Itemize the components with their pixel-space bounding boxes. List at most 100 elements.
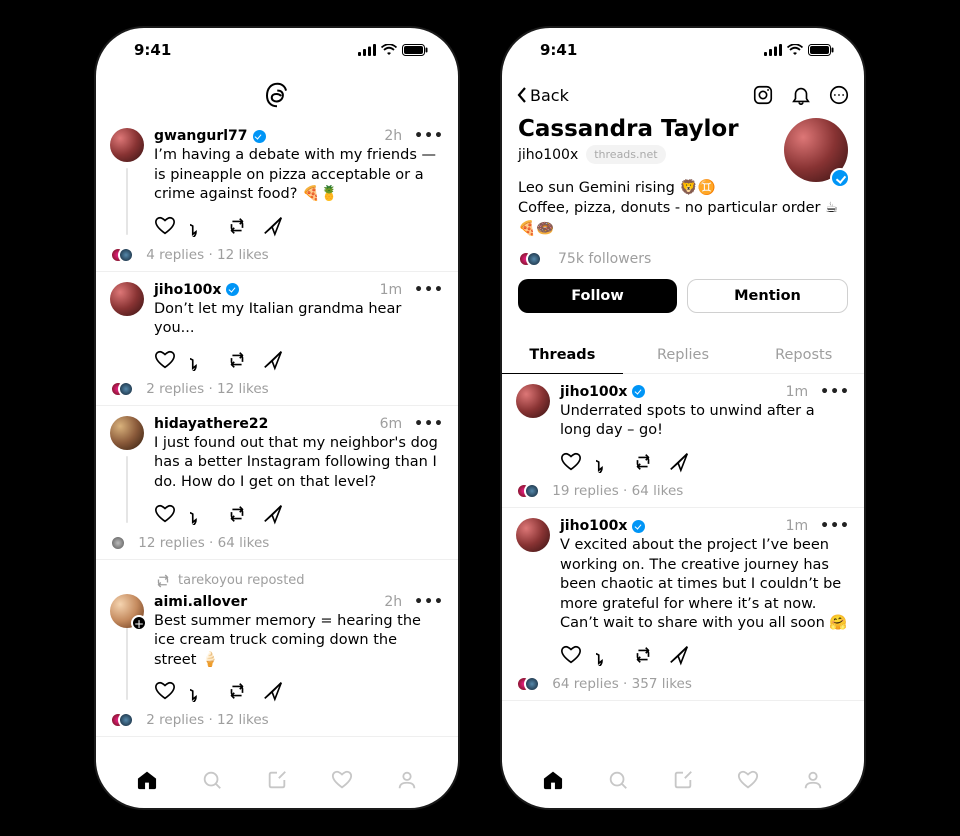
profile-content[interactable]: Cassandra Taylor jiho100x threads.net Le… (502, 108, 864, 752)
reply-button[interactable] (190, 503, 212, 525)
repost-button[interactable] (632, 644, 654, 666)
share-button[interactable] (262, 680, 284, 702)
username[interactable]: jiho100x (560, 384, 627, 400)
post[interactable]: jiho100x 1m ••• V excited about the proj… (502, 508, 864, 701)
post[interactable]: hidayathere22 6m ••• I just found out th… (96, 406, 458, 560)
username[interactable]: jiho100x (154, 282, 221, 298)
post-menu-button[interactable]: ••• (414, 134, 444, 138)
username[interactable]: aimi.allover (154, 594, 247, 610)
post-body: I’m having a debate with my friends — is… (154, 146, 444, 205)
username[interactable]: jiho100x (560, 518, 627, 534)
reply-button[interactable] (596, 451, 618, 473)
reply-button[interactable] (596, 644, 618, 666)
post-stats[interactable]: 2 replies · 12 likes (110, 381, 444, 397)
post-actions (154, 215, 444, 237)
nav-compose[interactable] (262, 765, 292, 795)
like-button[interactable] (560, 451, 582, 473)
nav-activity[interactable] (327, 765, 357, 795)
share-button[interactable] (262, 215, 284, 237)
nav-profile[interactable] (798, 765, 828, 795)
follow-button[interactable]: Follow (518, 279, 677, 313)
reply-avatars-icon (516, 676, 540, 692)
cellular-icon (764, 44, 782, 56)
instagram-icon[interactable] (752, 84, 774, 106)
post[interactable]: gwangurl77 2h ••• I’m having a debate wi… (96, 118, 458, 272)
avatar[interactable]: + (110, 594, 144, 628)
nav-home[interactable] (538, 765, 568, 795)
post-stats[interactable]: 64 replies · 357 likes (516, 676, 850, 692)
nav-search[interactable] (603, 765, 633, 795)
reply-avatars-icon (516, 483, 540, 499)
post[interactable]: tarekoyou reposted + aimi.allover 2h •••… (96, 560, 458, 738)
share-button[interactable] (262, 349, 284, 371)
tab-replies[interactable]: Replies (623, 337, 744, 374)
repost-button[interactable] (226, 215, 248, 237)
reply-button[interactable] (190, 349, 212, 371)
post-stats[interactable]: 19 replies · 64 likes (516, 483, 850, 499)
post-actions (560, 451, 850, 473)
post-time: 1m (786, 384, 809, 400)
status-time: 9:41 (134, 41, 171, 59)
share-button[interactable] (262, 503, 284, 525)
reply-avatars-icon (110, 535, 126, 551)
notifications-icon[interactable] (790, 84, 812, 106)
share-button[interactable] (668, 644, 690, 666)
post-time: 1m (380, 282, 403, 298)
verified-badge-icon (632, 520, 645, 533)
post-menu-button[interactable]: ••• (414, 600, 444, 604)
post-body: V excited about the project I’ve been wo… (560, 536, 850, 634)
post-menu-button[interactable]: ••• (820, 524, 850, 528)
like-button[interactable] (560, 644, 582, 666)
like-button[interactable] (154, 215, 176, 237)
post[interactable]: jiho100x 1m ••• Underrated spots to unwi… (502, 374, 864, 508)
nav-compose[interactable] (668, 765, 698, 795)
verified-badge-icon (226, 283, 239, 296)
nav-home[interactable] (132, 765, 162, 795)
post-menu-button[interactable]: ••• (414, 422, 444, 426)
repost-button[interactable] (226, 349, 248, 371)
back-label: Back (530, 86, 569, 105)
domain-chip[interactable]: threads.net (586, 145, 665, 164)
feed[interactable]: gwangurl77 2h ••• I’m having a debate wi… (96, 118, 458, 752)
post[interactable]: jiho100x 1m ••• Don’t let my Italian gra… (96, 272, 458, 406)
nav-activity[interactable] (733, 765, 763, 795)
avatar[interactable] (110, 416, 144, 450)
like-button[interactable] (154, 503, 176, 525)
like-button[interactable] (154, 349, 176, 371)
avatar[interactable] (110, 282, 144, 316)
avatar[interactable] (516, 384, 550, 418)
repost-button[interactable] (632, 451, 654, 473)
repost-button[interactable] (226, 680, 248, 702)
avatar[interactable] (516, 518, 550, 552)
post-actions (154, 503, 444, 525)
followers-count: 75k followers (558, 251, 651, 267)
username[interactable]: gwangurl77 (154, 128, 248, 144)
back-button[interactable]: Back (516, 86, 569, 105)
reply-button[interactable] (190, 215, 212, 237)
reply-button[interactable] (190, 680, 212, 702)
post-stats[interactable]: 12 replies · 64 likes (110, 535, 444, 551)
repost-button[interactable] (226, 503, 248, 525)
nav-profile[interactable] (392, 765, 422, 795)
tab-reposts[interactable]: Reposts (743, 337, 864, 374)
reply-avatars-icon (110, 381, 134, 397)
post-menu-button[interactable]: ••• (414, 288, 444, 292)
post-time: 6m (380, 416, 403, 432)
post-stats[interactable]: 2 replies · 12 likes (110, 712, 444, 728)
post-stats[interactable]: 4 replies · 12 likes (110, 247, 444, 263)
verified-badge-icon (253, 130, 266, 143)
avatar[interactable] (110, 128, 144, 162)
post-body: I just found out that my neighbor's dog … (154, 434, 444, 493)
post-menu-button[interactable]: ••• (820, 390, 850, 394)
profile-bio: Leo sun Gemini rising 🦁♊️ Coffee, pizza,… (518, 178, 848, 239)
more-icon[interactable] (828, 84, 850, 106)
cellular-icon (358, 44, 376, 56)
share-button[interactable] (668, 451, 690, 473)
tab-threads[interactable]: Threads (502, 337, 623, 374)
like-button[interactable] (154, 680, 176, 702)
username[interactable]: hidayathere22 (154, 416, 268, 432)
followers-row[interactable]: 75k followers (518, 251, 848, 267)
mention-button[interactable]: Mention (687, 279, 848, 313)
nav-search[interactable] (197, 765, 227, 795)
app-header (96, 72, 458, 118)
